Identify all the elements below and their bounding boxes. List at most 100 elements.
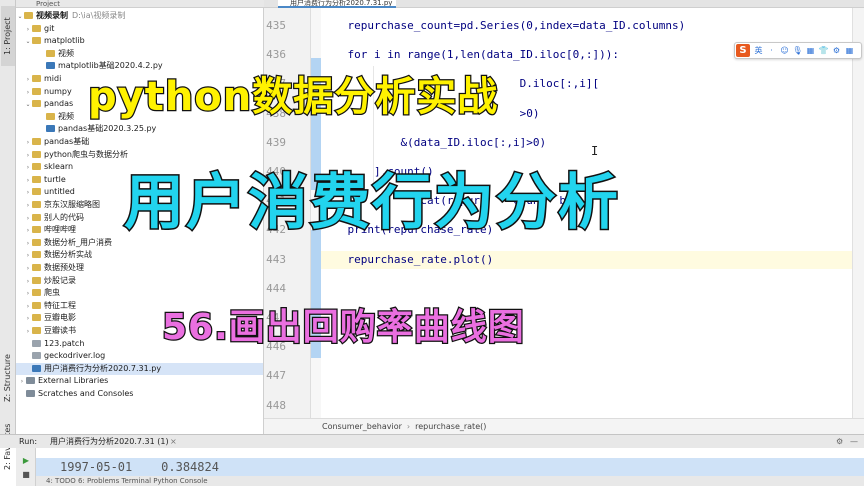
- tree-item-label: pandas基础2020.3.25.py: [58, 124, 157, 134]
- project-panel-header[interactable]: Project: [16, 0, 264, 8]
- tree-item-label: 数据分析实战: [44, 250, 92, 260]
- run-output[interactable]: 1997-05-01 0.384824: [36, 448, 864, 476]
- folder-icon: [32, 213, 41, 221]
- tree-item-label: 爬虫: [44, 288, 60, 298]
- tree-item[interactable]: ⌄ matplotlib: [16, 35, 263, 48]
- ime-punctuation-icon[interactable]: ·: [766, 44, 777, 57]
- keyboard-icon[interactable]: ▦: [805, 44, 816, 57]
- editor-scrollbar[interactable]: [852, 8, 864, 418]
- folder-icon: [32, 289, 41, 297]
- tree-item[interactable]: › External Libraries: [16, 375, 263, 388]
- code-line[interactable]: [321, 280, 864, 298]
- tree-item-label: untitled: [44, 187, 75, 197]
- editor-tab-bar: 用户消费行为分析2020.7.31.py: [264, 0, 864, 8]
- close-icon[interactable]: ×: [170, 435, 177, 448]
- folder-icon: [46, 112, 55, 120]
- stop-icon[interactable]: ■: [21, 470, 31, 480]
- breadcrumb-separator-icon: ›: [406, 422, 411, 431]
- tree-item-label: 京东汉服缩略图: [44, 200, 100, 209]
- tree-item[interactable]: › 数据预处理: [16, 262, 263, 275]
- folder-icon: [32, 163, 41, 171]
- tree-item-label: External Libraries: [38, 376, 109, 386]
- toolbox-icon[interactable]: ▦: [844, 44, 855, 57]
- tree-item-label: 视频: [58, 111, 74, 121]
- tree-item[interactable]: › python爬虫与数据分析: [16, 149, 263, 162]
- overlay-title-topic: 用户消费行为分析: [123, 167, 620, 240]
- tree-item-label: 炒股记录: [44, 275, 76, 285]
- run-window-header: Run: 用户消费行为分析2020.7.31 (1) × ⚙ —: [0, 434, 864, 448]
- minimize-icon[interactable]: —: [850, 435, 858, 448]
- tree-item[interactable]: matplotlib基础2020.4.2.py: [16, 60, 263, 73]
- tree-item-label: python爬虫与数据分析: [44, 149, 128, 159]
- tree-item[interactable]: geckodriver.log: [16, 350, 263, 363]
- skin-icon[interactable]: 👕: [818, 44, 829, 57]
- breadcrumb-class[interactable]: Consumer_behavior: [322, 422, 402, 431]
- tree-item[interactable]: › 爬虫: [16, 287, 263, 300]
- tree-item[interactable]: 视频: [16, 48, 263, 61]
- line-number: 443: [266, 252, 286, 266]
- tree-item-label: pandas: [44, 99, 74, 109]
- run-tab[interactable]: 用户消费行为分析2020.7.31 (1): [44, 435, 175, 448]
- code-line[interactable]: repurchase_count=pd.Series(0,index=data_…: [321, 17, 864, 35]
- line-number: 447: [266, 369, 286, 383]
- ime-toolbar[interactable]: S 英 · ☺ 🎙 ▦ 👕 ⚙ ▦: [734, 42, 862, 59]
- text-file-icon: [32, 339, 41, 347]
- tree-item[interactable]: › 数据分析_用户消费: [16, 237, 263, 250]
- code-line[interactable]: &(data_ID.iloc[:,i]>0): [321, 134, 864, 152]
- tree-root-row[interactable]: ⌄ 视频录制 D:\ia\视频录制: [16, 10, 263, 23]
- folder-icon: [32, 238, 41, 246]
- tree-item[interactable]: pandas基础2020.3.25.py: [16, 123, 263, 136]
- editor-tab-active[interactable]: 用户消费行为分析2020.7.31.py: [278, 0, 396, 8]
- rerun-icon[interactable]: ▶: [21, 456, 31, 466]
- folder-icon: [32, 301, 41, 309]
- line-number: 435: [266, 19, 286, 32]
- gear-icon[interactable]: ⚙: [836, 435, 843, 448]
- tree-item-label: 豆瓣读书: [44, 326, 76, 335]
- output-line: 1997-05-01 0.384824: [36, 458, 864, 476]
- tree-item[interactable]: › git: [16, 23, 263, 36]
- library-icon: [26, 390, 35, 397]
- python-file-icon: [32, 364, 41, 372]
- breadcrumb: Consumer_behavior › repurchase_rate(): [264, 418, 864, 434]
- ime-language-icon[interactable]: 英: [753, 44, 764, 57]
- bottom-tool-tabs[interactable]: 4: TODO 6: Problems Terminal Python Cons…: [36, 476, 864, 486]
- tree-item-label: midi: [44, 74, 62, 83]
- tree-item-label: 哔哩哔哩: [44, 225, 76, 235]
- tree-item[interactable]: › 炒股记录: [16, 275, 263, 288]
- folder-icon: [32, 314, 41, 322]
- code-line[interactable]: [321, 397, 864, 415]
- code-line[interactable]: repurchase_rate.plot(): [321, 250, 864, 269]
- tree-item-label: matplotlib: [44, 36, 85, 46]
- folder-icon: [32, 100, 41, 108]
- python-file-icon: [46, 125, 55, 133]
- tree-item[interactable]: 用户消费行为分析2020.7.31.py: [16, 362, 263, 376]
- ime-logo-icon[interactable]: S: [736, 44, 750, 57]
- settings-icon[interactable]: ⚙: [831, 44, 842, 57]
- run-label: Run:: [19, 437, 38, 446]
- library-icon: [26, 377, 35, 385]
- tree-item[interactable]: › pandas基础: [16, 136, 263, 149]
- tree-item[interactable]: Scratches and Consoles: [16, 388, 263, 401]
- tree-item[interactable]: › 数据分析实战: [16, 249, 263, 262]
- folder-icon: [32, 87, 41, 95]
- tree-item-label: git: [44, 23, 55, 33]
- microphone-icon[interactable]: 🎙: [792, 44, 803, 57]
- tree-item-label: geckodriver.log: [44, 351, 106, 361]
- project-side-tab[interactable]: 1: Project: [1, 6, 15, 66]
- tree-item-label: matplotlib基础2020.4.2.py: [58, 61, 163, 71]
- folder-icon: [24, 12, 33, 19]
- structure-side-tab[interactable]: Z: Structure: [1, 352, 15, 404]
- folder-icon: [32, 201, 41, 208]
- folder-icon: [32, 175, 41, 183]
- tree-item-label: 豆瓣电影: [44, 313, 76, 323]
- run-toolbar: ▶ ■: [16, 448, 36, 486]
- folder-icon: [32, 150, 41, 158]
- tree-root-name: 视频录制: [36, 11, 68, 20]
- breadcrumb-function[interactable]: repurchase_rate(): [415, 422, 486, 431]
- folder-icon: [32, 251, 41, 259]
- text-file-icon: [32, 352, 41, 360]
- folder-icon: [32, 264, 41, 271]
- code-line[interactable]: [321, 367, 864, 385]
- tree-item-label: 数据分析_用户消费: [44, 237, 112, 247]
- emoji-icon[interactable]: ☺: [779, 44, 790, 57]
